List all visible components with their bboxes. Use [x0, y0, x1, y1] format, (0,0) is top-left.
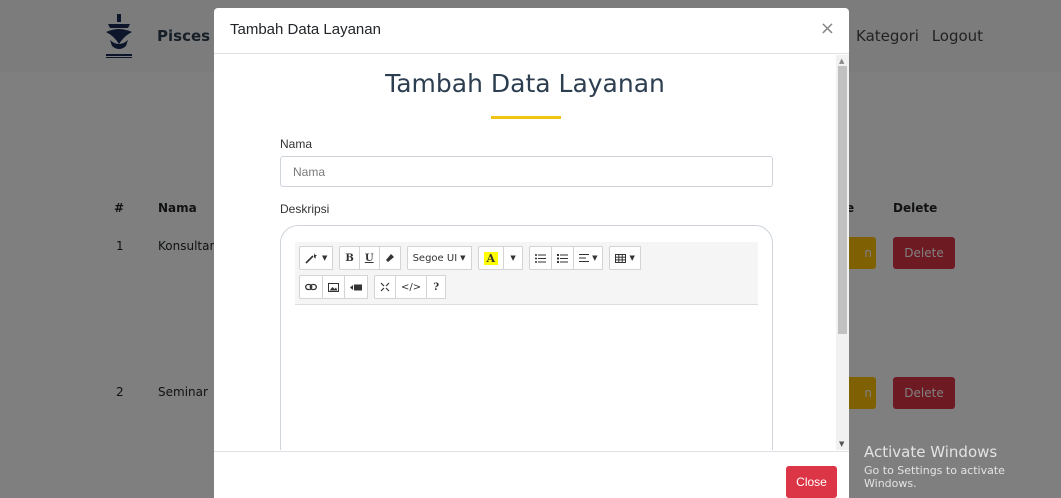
close-icon[interactable]: ×: [820, 18, 835, 39]
table-icon[interactable]: ▼: [609, 246, 641, 270]
font-name-value: Segoe UI: [412, 252, 458, 264]
close-button[interactable]: Close: [786, 466, 837, 498]
modal-dialog: Tambah Data Layanan × Tambah Data Layana…: [214, 8, 849, 498]
nama-input[interactable]: [280, 156, 773, 187]
picture-icon[interactable]: [322, 275, 345, 299]
font-name-dropdown[interactable]: Segoe UI ▼: [406, 246, 472, 270]
activate-windows-title: Activate Windows: [864, 443, 998, 461]
underline-button[interactable]: U: [358, 246, 380, 270]
deskripsi-label: Deskripsi: [280, 202, 330, 216]
modal-title: Tambah Data Layanan: [230, 21, 381, 38]
scroll-down-arrow-icon[interactable]: ▼: [839, 440, 844, 448]
activate-windows-watermark: Activate Windows Go to Settings to activ…: [864, 443, 1061, 490]
modal-body: Tambah Data Layanan Nama Deskripsi ▼ B U: [214, 55, 849, 450]
video-icon[interactable]: [344, 275, 368, 299]
ordered-list-icon[interactable]: [551, 246, 575, 270]
modal-scrollbar[interactable]: ▲ ▼: [836, 55, 849, 450]
magic-style-icon[interactable]: ▼: [299, 246, 334, 270]
scroll-up-arrow-icon[interactable]: ▲: [839, 57, 844, 65]
link-icon[interactable]: [299, 275, 323, 299]
eraser-icon[interactable]: [378, 246, 401, 270]
code-view-icon[interactable]: </>: [395, 275, 428, 299]
modal-header: Tambah Data Layanan ×: [214, 8, 849, 54]
highlight-a-icon: A: [483, 251, 499, 265]
activate-windows-subtitle: Go to Settings to activate Windows.: [864, 464, 1005, 490]
modal-footer: Close: [214, 451, 849, 498]
nama-label: Nama: [280, 137, 313, 151]
editor-toolbar: ▼ B U Segoe UI ▼ A ▼ ▼ ▼ </> ?: [295, 242, 758, 305]
heading-underline: [491, 116, 561, 119]
scroll-thumb[interactable]: [838, 66, 847, 334]
highlight-color-button[interactable]: A: [477, 246, 505, 270]
bold-button[interactable]: B: [339, 246, 360, 270]
form-heading: Tambah Data Layanan: [385, 69, 665, 98]
unordered-list-icon[interactable]: [529, 246, 553, 270]
help-icon[interactable]: ?: [426, 275, 447, 299]
fullscreen-icon[interactable]: [374, 275, 396, 299]
deskripsi-editor[interactable]: ▼ B U Segoe UI ▼ A ▼ ▼ ▼ </> ?: [280, 225, 773, 450]
color-dropdown-button[interactable]: ▼: [503, 246, 524, 270]
paragraph-align-icon[interactable]: ▼: [573, 246, 604, 270]
